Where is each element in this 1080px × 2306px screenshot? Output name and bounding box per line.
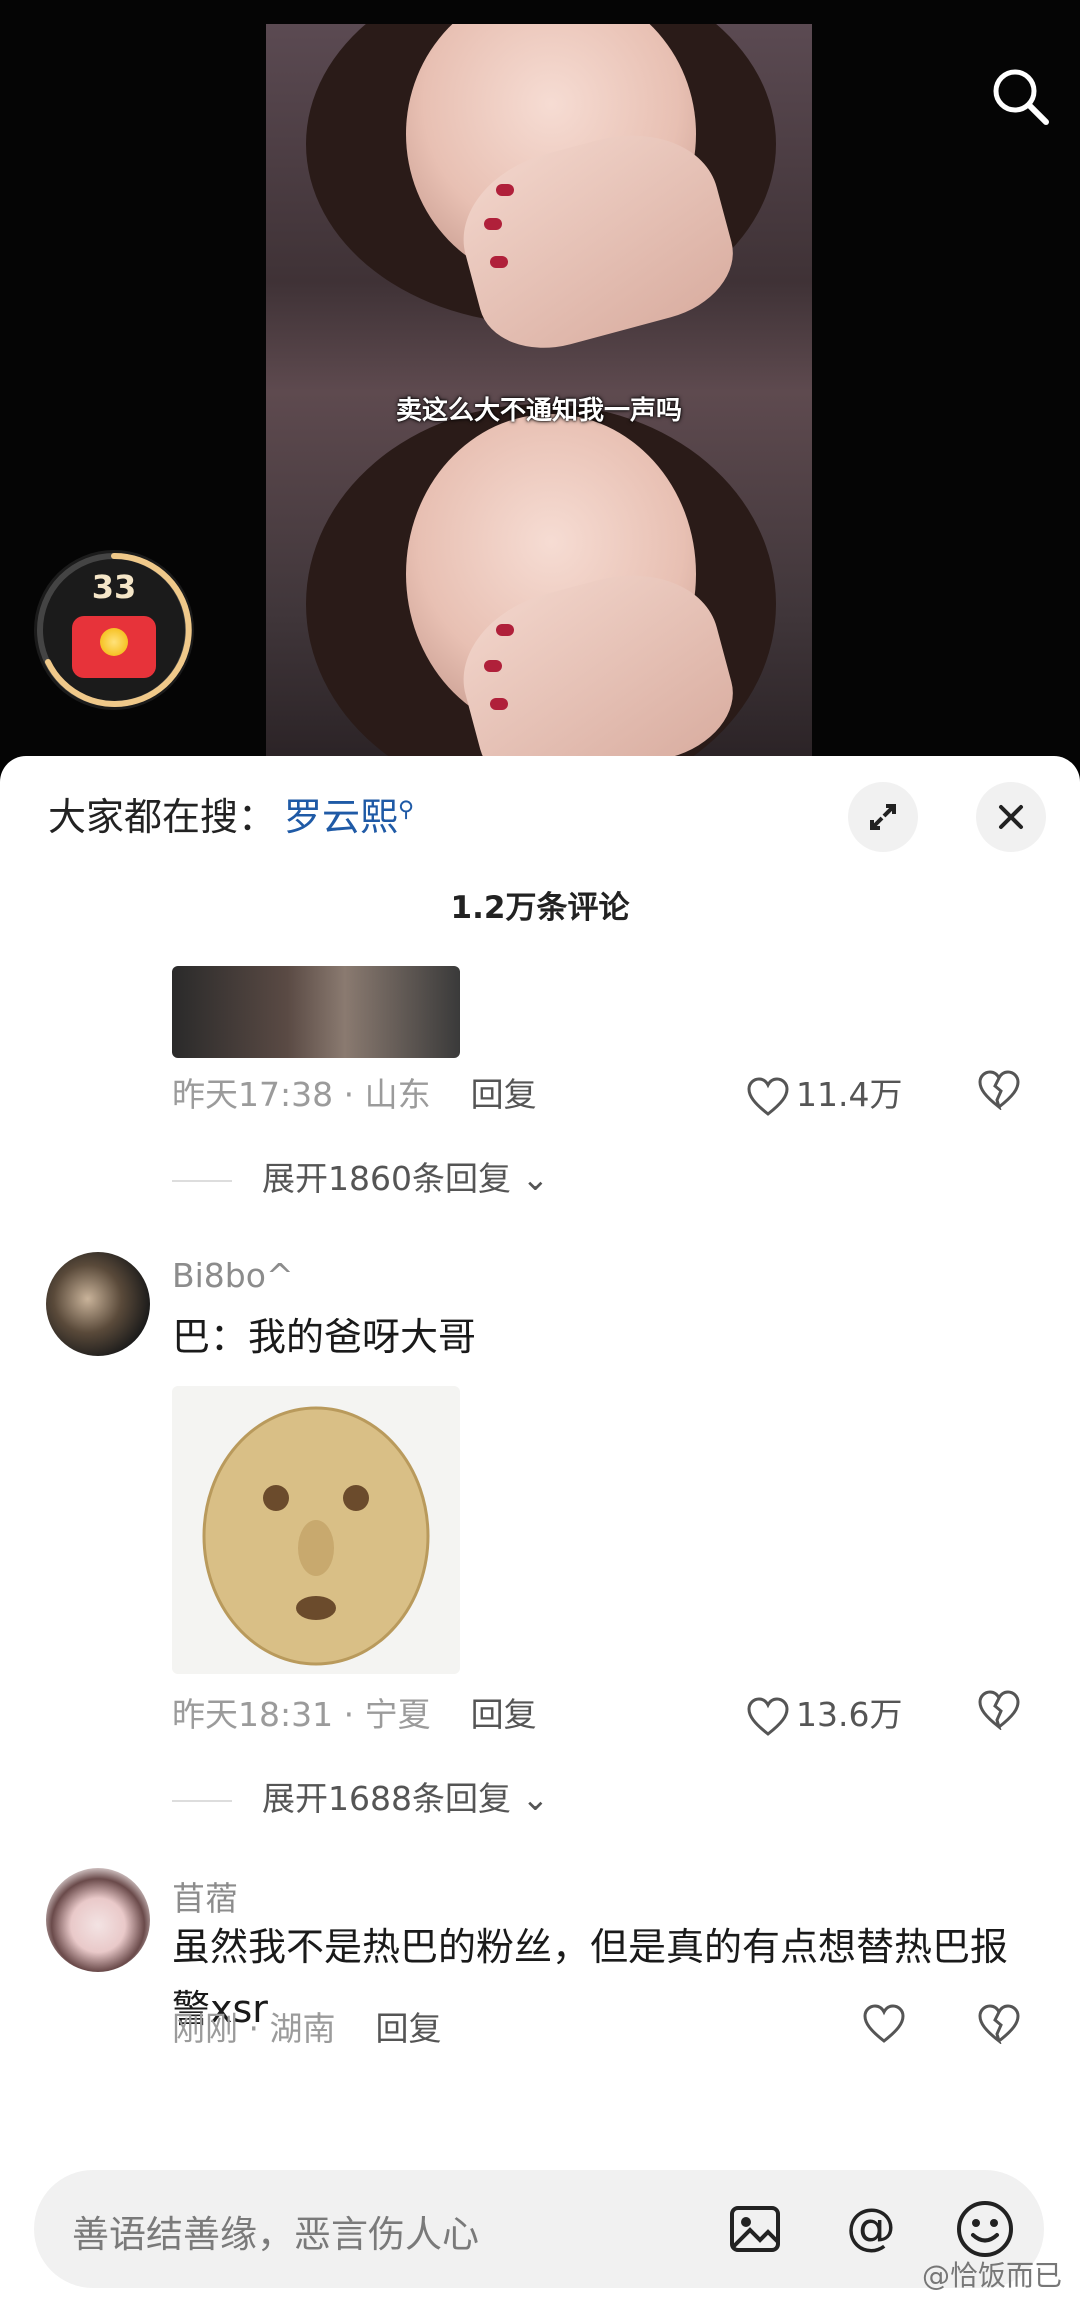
- comment-count: 1.2万条评论: [450, 890, 630, 926]
- expand-replies-label: 展开1860条回复: [262, 1159, 511, 1198]
- dislike-button[interactable]: [976, 2004, 1022, 2048]
- image-icon: [730, 2206, 780, 2252]
- comment-time-location: 刚刚 · 湖南: [172, 2009, 336, 2048]
- video-subtitle: 卖这么大不通知我一声吗: [395, 396, 682, 426]
- reward-timer[interactable]: 33: [34, 550, 194, 710]
- potato-face-image: [202, 1406, 430, 1666]
- svg-text:@: @: [846, 2198, 896, 2256]
- avatar[interactable]: [46, 1868, 150, 1972]
- video-player[interactable]: 卖这么大不通知我一声吗 33: [0, 0, 1080, 760]
- expand-replies[interactable]: 展开1860条回复 ⌄: [172, 1152, 549, 1200]
- avatar[interactable]: [46, 1252, 150, 1356]
- nail: [496, 624, 514, 636]
- comment-input-bar[interactable]: 善语结善缘，恶言伤人心 @: [34, 2170, 1044, 2288]
- nail: [490, 698, 508, 710]
- chevron-down-icon: ⌄: [521, 1159, 550, 1198]
- heart-icon: [863, 2003, 905, 2043]
- video-frame: 卖这么大不通知我一声吗: [266, 24, 812, 760]
- at-icon: @: [846, 2198, 896, 2256]
- comment-sheet: 大家都在搜： 罗云熙⚲ 1.2万条评论 昨天17:38 · 山东 回复 11.4万 …: [0, 756, 1080, 2306]
- expand-replies[interactable]: 展开1688条回复 ⌄: [172, 1772, 549, 1820]
- search-icon: [993, 69, 1049, 125]
- heart-icon: [747, 1076, 789, 1116]
- nail: [490, 256, 508, 268]
- search-small-icon: ⚲: [398, 797, 415, 823]
- dislike-button[interactable]: [976, 1070, 1022, 1114]
- reply-button[interactable]: 回复: [375, 2009, 441, 2048]
- hot-search[interactable]: 大家都在搜： 罗云熙⚲: [48, 786, 414, 841]
- hot-search-label: 大家都在搜：: [48, 795, 277, 839]
- nail: [484, 218, 502, 230]
- like-count: 13.6万: [796, 1695, 903, 1734]
- red-envelope-icon: [72, 616, 156, 678]
- comment-meta: 昨天17:38 · 山东 回复: [172, 1068, 537, 1116]
- comment-meta: 刚刚 · 湖南 回复: [172, 2002, 441, 2050]
- comment-meta: 昨天18:31 · 宁夏 回复: [172, 1688, 537, 1736]
- image-button[interactable]: [724, 2198, 786, 2260]
- close-button[interactable]: [976, 782, 1046, 852]
- search-button[interactable]: [988, 64, 1052, 128]
- like-button[interactable]: 13.6万: [746, 1688, 902, 1737]
- comment-time-location: 昨天18:31 · 宁夏: [172, 1695, 431, 1734]
- comment-username[interactable]: 苜蓿: [172, 1872, 238, 1920]
- expand-button[interactable]: [848, 782, 918, 852]
- emoji-button[interactable]: [954, 2198, 1016, 2260]
- reply-button[interactable]: 回复: [471, 1695, 537, 1734]
- expand-icon: [870, 804, 896, 830]
- comment-input[interactable]: 善语结善缘，恶言伤人心: [72, 2204, 479, 2258]
- comment-text: 巴：我的爸呀大哥: [172, 1315, 477, 1359]
- broken-heart-icon: [978, 2004, 1020, 2046]
- heart-icon: [747, 1696, 789, 1736]
- close-icon: [999, 805, 1023, 829]
- hot-search-keyword[interactable]: 罗云熙: [284, 795, 398, 839]
- chevron-down-icon: ⌄: [521, 1779, 550, 1818]
- comment-time-location: 昨天17:38 · 山东: [172, 1075, 431, 1114]
- watermark: @恰饭而已: [921, 2259, 1062, 2292]
- like-button[interactable]: 11.4万: [746, 1068, 902, 1117]
- mention-button[interactable]: @: [840, 2198, 902, 2260]
- like-count: 11.4万: [796, 1075, 903, 1114]
- reply-button[interactable]: 回复: [471, 1075, 537, 1114]
- broken-heart-icon: [978, 1070, 1020, 1112]
- comment-username[interactable]: Bi8bo^: [172, 1256, 294, 1295]
- nail: [484, 660, 502, 672]
- broken-heart-icon: [978, 1690, 1020, 1732]
- nail: [496, 184, 514, 196]
- comment-image[interactable]: [172, 1386, 460, 1674]
- like-button[interactable]: [862, 2002, 912, 2044]
- expand-replies-label: 展开1688条回复: [262, 1779, 511, 1818]
- comment-image[interactable]: [172, 966, 460, 1058]
- reward-count: 33: [91, 568, 137, 606]
- emoji-icon: [957, 2201, 1013, 2257]
- dislike-button[interactable]: [976, 1690, 1022, 1734]
